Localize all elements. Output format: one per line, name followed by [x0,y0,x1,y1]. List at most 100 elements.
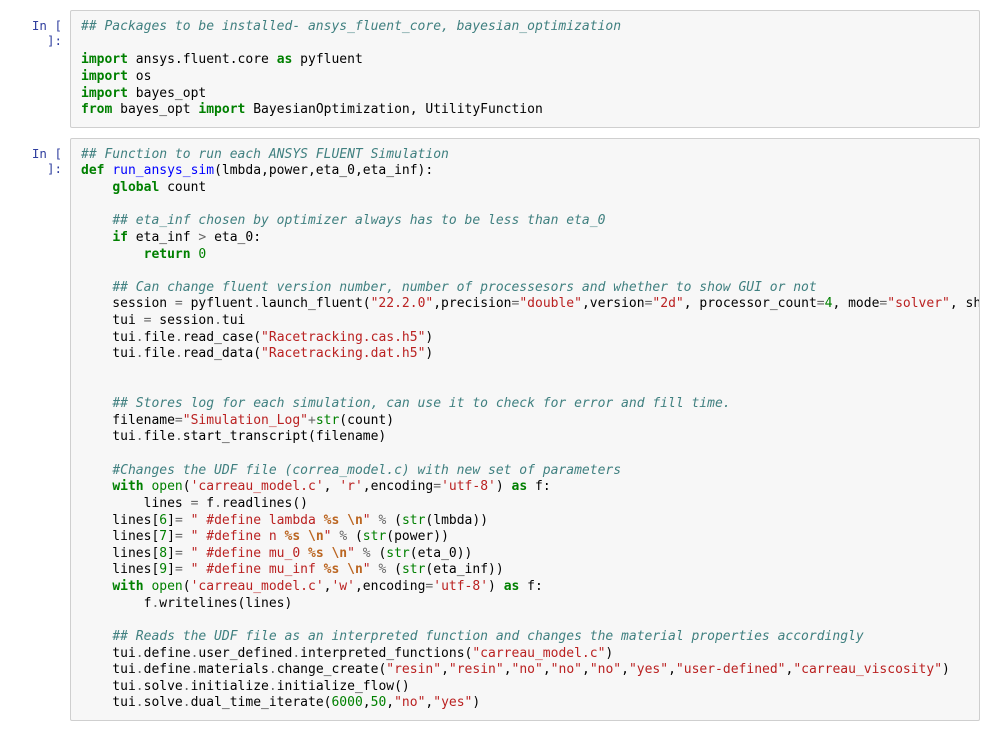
code-token: > [198,230,206,245]
code-token: " #define mu_inf [191,562,324,577]
code-token: . [269,679,277,694]
code-token: open [151,579,182,594]
code-input-area[interactable]: ## Function to run each ANSYS FLUENT Sim… [70,138,980,721]
code-token: "user-defined" [676,662,786,677]
code-token: " [363,562,371,577]
code-token: \n [308,529,324,544]
code-token: "resin" [386,662,441,677]
code-token: 'carreau_model.c' [191,579,324,594]
code-token: = [175,546,183,561]
code-token: . [175,330,183,345]
code-token: with [112,579,143,594]
code-content[interactable]: ## Function to run each ANSYS FLUENT Sim… [81,147,969,712]
code-token: . [151,596,159,611]
code-token: import [81,52,128,67]
code-token: ## Can change fluent version number, num… [112,280,816,295]
code-token: % [363,546,371,561]
code-token: "Simulation_Log" [183,413,308,428]
code-token: \n [347,513,363,528]
code-token: ## eta_inf chosen by optimizer always ha… [112,213,605,228]
code-token: " #define lambda [191,513,324,528]
code-token: 0 [198,247,206,262]
code-token: as [277,52,293,67]
code-token: pyfluent [292,52,362,67]
code-token: . [253,296,261,311]
code-token [339,562,347,577]
code-token: "carreau_viscosity" [793,662,942,677]
code-token: . [183,679,191,694]
code-token: = [144,313,152,328]
code-token: bayes_opt [112,102,198,117]
code-token: . [269,662,277,677]
code-token: import [81,69,128,84]
code-token: % [378,513,386,528]
code-token: str [316,413,339,428]
code-token: #Changes the UDF file (correa_model.c) w… [112,463,621,478]
code-token: = [175,529,183,544]
code-token: "solver" [887,296,950,311]
notebook-cell: In [ ]: ## Packages to be installed- ansy… [10,10,980,128]
code-token: = [175,513,183,528]
code-token: "no" [590,662,621,677]
code-token: . [136,346,144,361]
code-token: = [191,496,199,511]
code-token: "carreau_model.c" [472,646,605,661]
code-token: 6000 [331,695,362,710]
code-token: ## Function to run each ANSYS FLUENT Sim… [81,147,449,162]
code-token: . [191,662,199,677]
code-token: "Racetracking.dat.h5" [261,346,425,361]
code-token: + [308,413,316,428]
code-token: " [324,529,332,544]
code-token: \n [347,562,363,577]
code-token: = [175,296,183,311]
code-token: . [214,313,222,328]
code-token: as [504,579,520,594]
code-token: import [198,102,245,117]
code-token: 'utf-8' [441,479,496,494]
code-token: "yes" [629,662,668,677]
code-token: . [136,429,144,444]
code-token: str [363,529,386,544]
code-token: %s [285,529,301,544]
code-token: return [144,247,191,262]
code-token: with [112,479,143,494]
code-token: 8 [159,546,167,561]
code-token: = [175,562,183,577]
input-prompt: In [ ]: [10,10,70,48]
code-token: " #define n [191,529,285,544]
code-token: 7 [159,529,167,544]
code-token: 'w' [331,579,354,594]
code-token: 'utf-8' [433,579,488,594]
code-token: " [347,546,355,561]
code-token: 50 [371,695,387,710]
notebook-cell: In [ ]:## Function to run each ANSYS FLU… [10,138,980,721]
code-token: "yes" [433,695,472,710]
code-token: os [128,69,151,84]
code-token: "22.2.0" [371,296,434,311]
code-token: %s [308,546,324,561]
code-input-area[interactable]: ## Packages to be installed- ansys_fluen… [70,10,980,128]
code-token: %s [324,513,340,528]
code-token: . [292,646,300,661]
code-token: str [402,562,425,577]
code-token: %s [324,562,340,577]
code-token: 9 [159,562,167,577]
code-token: . [214,496,222,511]
code-token: . [183,695,191,710]
code-token: ## Stores log for each simulation, can u… [112,396,730,411]
code-token: "Racetracking.cas.h5" [261,330,425,345]
code-token: . [175,429,183,444]
code-token: \n [331,546,347,561]
code-token: = [433,479,441,494]
code-token: "2d" [652,296,683,311]
code-token: 4 [825,296,833,311]
code-token: "no" [512,662,543,677]
code-token: ## Reads the UDF file as an interpreted … [112,629,863,644]
code-token: "no" [394,695,425,710]
code-token: bayes_opt [128,86,206,101]
code-content[interactable]: ## Packages to be installed- ansys_fluen… [81,19,969,119]
code-token: from [81,102,112,117]
code-token: " [363,513,371,528]
code-token: run_ansys_sim [112,163,214,178]
code-token: % [378,562,386,577]
